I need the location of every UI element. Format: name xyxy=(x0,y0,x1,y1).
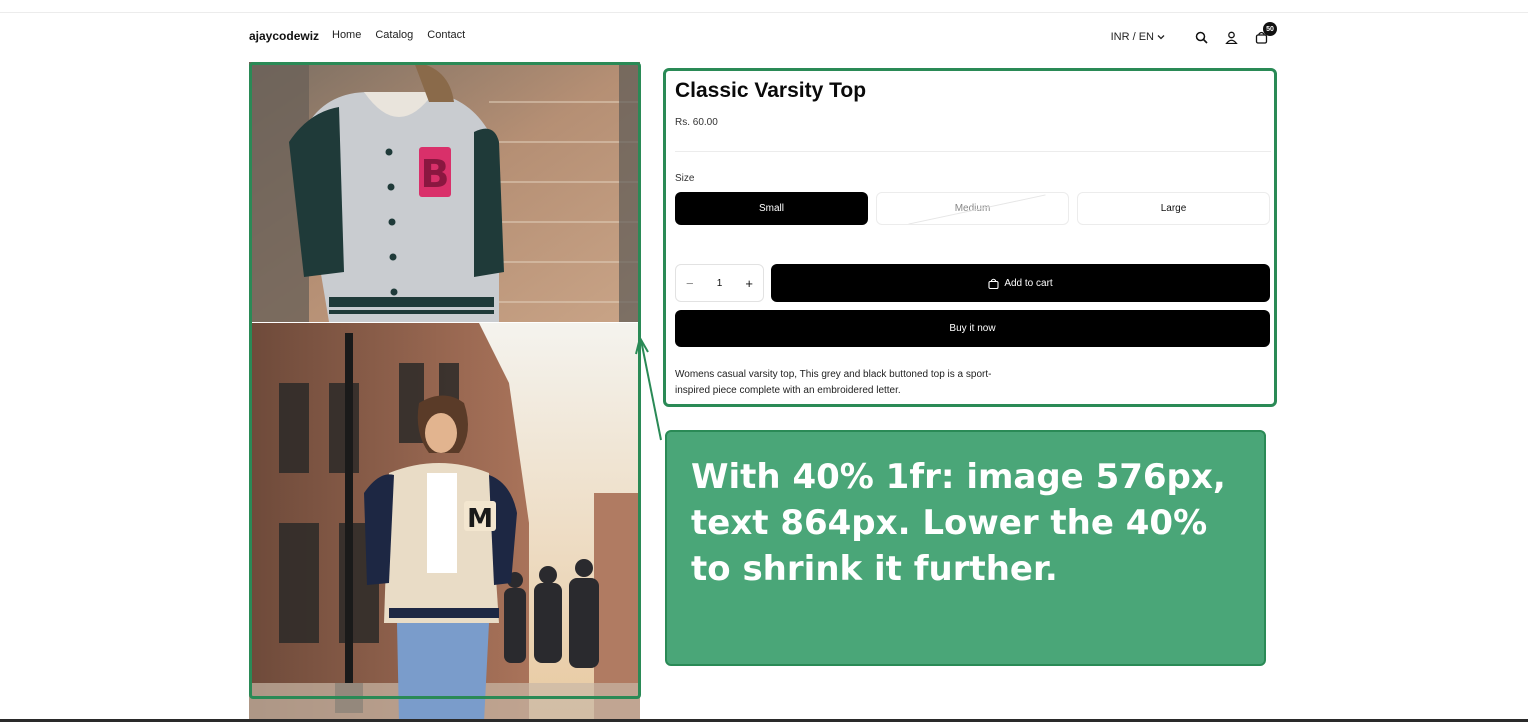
brand-logo[interactable]: ajaycodewiz xyxy=(249,29,319,43)
nav-home[interactable]: Home xyxy=(332,29,361,41)
buy-now-button[interactable]: Buy it now xyxy=(675,310,1270,347)
add-to-cart-button[interactable]: Add to cart xyxy=(771,264,1270,302)
svg-text:M: M xyxy=(467,504,493,534)
quantity-stepper: − 1 + xyxy=(675,264,764,302)
cart-button[interactable]: 50 xyxy=(1253,22,1277,45)
size-option-medium[interactable]: Medium xyxy=(876,192,1069,225)
annotation-callout: With 40% 1fr: image 576px, text 864px. L… xyxy=(665,430,1266,666)
user-icon[interactable] xyxy=(1223,29,1239,45)
add-to-cart-label: Add to cart xyxy=(1004,277,1053,289)
currency-label: INR / EN xyxy=(1110,31,1154,43)
currency-selector[interactable]: INR / EN xyxy=(1111,31,1165,43)
annotation-text: With 40% 1fr: image 576px, text 864px. L… xyxy=(691,457,1226,589)
product-image-1[interactable]: B xyxy=(249,62,640,322)
price-divider xyxy=(675,151,1271,152)
cart-count-badge: 50 xyxy=(1263,22,1277,36)
size-option-small[interactable]: Small xyxy=(675,192,868,225)
product-image-2[interactable]: M xyxy=(249,323,640,722)
header-actions: INR / EN 50 xyxy=(1111,22,1277,50)
chevron-down-icon xyxy=(1157,35,1165,40)
bag-icon xyxy=(988,278,999,289)
unavailable-strike xyxy=(908,194,1046,224)
quantity-increase-button[interactable]: + xyxy=(745,276,753,291)
product-price: Rs. 60.00 xyxy=(675,117,718,128)
product-info-panel: Classic Varsity Top Rs. 60.00 Size Small… xyxy=(663,68,1277,407)
main-nav: Home Catalog Contact xyxy=(332,29,465,41)
svg-text:B: B xyxy=(421,152,450,196)
quantity-value[interactable]: 1 xyxy=(717,278,723,289)
nav-contact[interactable]: Contact xyxy=(427,29,465,41)
search-icon[interactable] xyxy=(1193,29,1209,45)
nav-catalog[interactable]: Catalog xyxy=(375,29,413,41)
size-label: Size xyxy=(675,173,695,184)
product-gallery: B M xyxy=(249,62,640,722)
product-description: Womens casual varsity top, This grey and… xyxy=(675,369,992,396)
quantity-decrease-button[interactable]: − xyxy=(686,276,694,291)
site-header: ajaycodewiz Home Catalog Contact INR / E… xyxy=(249,22,1277,50)
size-option-large[interactable]: Large xyxy=(1077,192,1270,225)
top-divider xyxy=(0,12,1528,13)
product-title: Classic Varsity Top xyxy=(675,79,867,102)
